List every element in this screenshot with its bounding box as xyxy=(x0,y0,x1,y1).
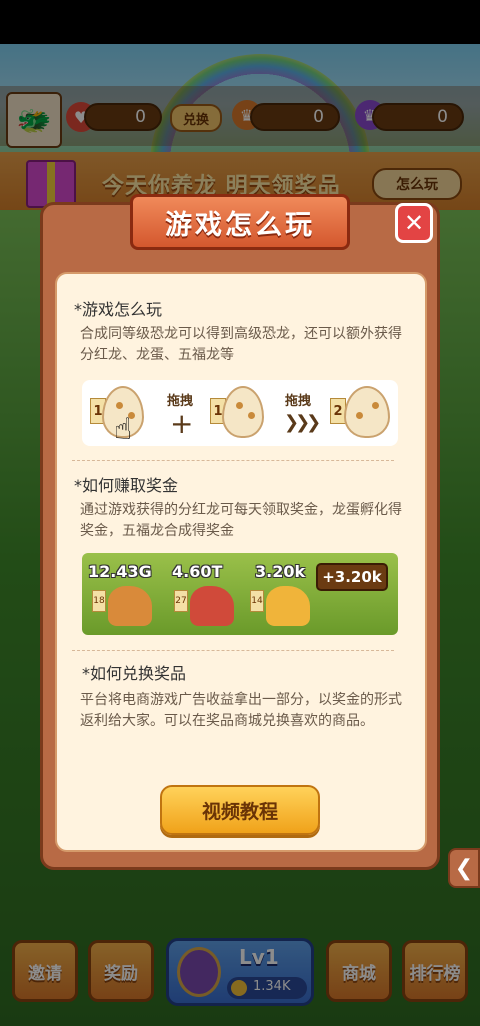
status-bar xyxy=(0,0,480,44)
earning-gain-badge: +3.20k xyxy=(316,563,388,591)
close-icon: ✕ xyxy=(403,209,425,237)
dino-level-tag: 18 xyxy=(92,590,106,612)
dinosaur-icon xyxy=(266,586,310,626)
section-redeem-heading: *如何兑换奖品 xyxy=(82,664,187,683)
triple-arrow-icon: ❯❯❯ xyxy=(284,412,321,433)
section-how-to-play-heading: *游戏怎么玩 xyxy=(74,300,163,319)
drag-label: 拖拽 xyxy=(285,394,312,409)
earning-value: 12.43G xyxy=(88,562,152,581)
dino-level-tag: 27 xyxy=(174,590,188,612)
plus-icon: + xyxy=(170,407,194,440)
chevron-left-icon[interactable]: ❮ xyxy=(448,848,480,888)
earning-value: 3.20k xyxy=(255,562,306,581)
modal-title: 游戏怎么玩 xyxy=(130,194,350,250)
section-divider xyxy=(72,650,394,651)
section-redeem-body: 平台将电商游戏广告收益拿出一部分，以奖金的形式返利给大家。可以在奖品商城兑换喜欢… xyxy=(80,692,402,729)
dinosaur-icon xyxy=(108,586,152,626)
close-button[interactable]: ✕ xyxy=(395,203,433,243)
video-tutorial-label: 视频教程 xyxy=(201,800,278,823)
section-divider xyxy=(72,460,394,461)
dinosaur-icon xyxy=(190,586,234,626)
section-earn-body: 通过游戏获得的分红龙可每天领取奖金，龙蛋孵化得奖金，五福龙合成得奖金 xyxy=(80,502,402,539)
section-how-to-play-body: 合成同等级恐龙可以得到高级恐龙，还可以额外获得分红龙、龙蛋、五福龙等 xyxy=(80,326,402,363)
dino-level-tag: 14 xyxy=(250,590,264,612)
pointer-hand-icon: ☝ xyxy=(114,412,133,447)
video-tutorial-button[interactable]: 视频教程 xyxy=(160,785,320,835)
earning-value: 4.60T xyxy=(172,562,223,581)
section-earn-heading: *如何赚取奖金 xyxy=(74,476,179,495)
